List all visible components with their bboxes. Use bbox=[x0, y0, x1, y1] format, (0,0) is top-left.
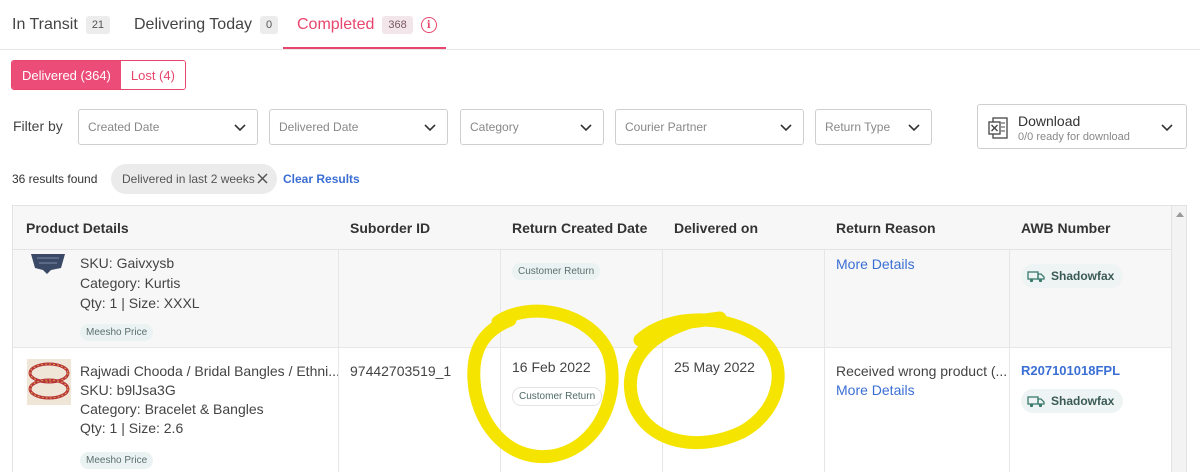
product-category: Category: Bracelet & Bangles bbox=[80, 401, 264, 417]
price-tag: Meesho Price bbox=[80, 452, 154, 469]
chevron-down-icon bbox=[424, 124, 436, 132]
clear-results-link[interactable]: Clear Results bbox=[283, 172, 360, 186]
return-type-tag: Customer Return bbox=[512, 263, 601, 280]
download-status: 0/0 ready for download bbox=[1018, 131, 1130, 143]
download-dropdown[interactable]: Download 0/0 ready for download bbox=[977, 104, 1187, 149]
chevron-down-icon bbox=[580, 124, 592, 132]
status-tabs: In Transit 21 Delivering Today 0 Complet… bbox=[0, 0, 1200, 50]
dropdown-placeholder: Created Date bbox=[88, 120, 160, 134]
chevron-down-icon bbox=[1161, 124, 1173, 132]
product-thumbnail bbox=[27, 250, 69, 276]
courier-badge: Shadowfax bbox=[1021, 389, 1124, 413]
scroll-up-icon[interactable] bbox=[1176, 212, 1184, 217]
dropdown-placeholder: Category bbox=[470, 120, 519, 134]
dropdown-placeholder: Courier Partner bbox=[625, 120, 708, 134]
product-qty-size: Qty: 1 | Size: XXXL bbox=[80, 295, 200, 311]
courier-name: Shadowfax bbox=[1051, 394, 1115, 408]
price-tag: Meesho Price bbox=[80, 324, 154, 341]
category-dropdown[interactable]: Category bbox=[460, 109, 604, 145]
subtab-lost[interactable]: Lost (4) bbox=[120, 61, 185, 89]
product-qty-size: Qty: 1 | Size: 2.6 bbox=[80, 420, 184, 436]
tab-count-badge: 21 bbox=[85, 16, 111, 34]
truck-icon bbox=[1027, 396, 1045, 408]
excel-icon bbox=[988, 117, 1008, 139]
column-header: Suborder ID bbox=[350, 220, 431, 236]
tab-count-badge: 368 bbox=[382, 16, 413, 34]
orders-table: Product Details Suborder ID Return Creat… bbox=[12, 205, 1187, 472]
return-created-date: 16 Feb 2022 bbox=[512, 359, 591, 375]
column-divider bbox=[662, 250, 663, 472]
courier-partner-dropdown[interactable]: Courier Partner bbox=[615, 109, 804, 145]
more-details-link[interactable]: More Details bbox=[836, 382, 915, 398]
tab-label: Completed bbox=[297, 16, 375, 33]
product-sku: SKU: b9lJsa3G bbox=[80, 382, 176, 398]
dropdown-placeholder: Delivered Date bbox=[279, 120, 359, 134]
results-count: 36 results found bbox=[12, 172, 98, 186]
subtab-delivered[interactable]: Delivered (364) bbox=[12, 61, 121, 89]
close-icon[interactable] bbox=[256, 172, 269, 185]
table-header: Product Details Suborder ID Return Creat… bbox=[13, 206, 1186, 250]
column-header: Return Reason bbox=[836, 220, 936, 236]
tab-delivering-today[interactable]: Delivering Today 0 bbox=[134, 0, 279, 50]
download-title: Download bbox=[1018, 113, 1081, 129]
product-sku: SKU: Gaivxysb bbox=[80, 255, 175, 271]
tab-in-transit[interactable]: In Transit 21 bbox=[12, 0, 111, 50]
column-header: Product Details bbox=[26, 220, 129, 236]
chevron-down-icon bbox=[908, 124, 920, 132]
delivered-lost-toggle: Delivered (364) Lost (4) bbox=[11, 60, 186, 90]
column-header: Return Created Date bbox=[512, 220, 648, 236]
courier-name: Shadowfax bbox=[1051, 269, 1115, 283]
awb-number-link[interactable]: R207101018FPL bbox=[1021, 363, 1120, 378]
return-type-tag: Customer Return bbox=[512, 387, 603, 406]
table-row[interactable]: SKU: Gaivxysb Category: Kurtis Qty: 1 | … bbox=[13, 250, 1171, 348]
column-header: Delivered on bbox=[674, 220, 759, 236]
dropdown-placeholder: Return Type bbox=[825, 120, 891, 134]
more-details-link[interactable]: More Details bbox=[836, 256, 915, 272]
delivered-date-dropdown[interactable]: Delivered Date bbox=[269, 109, 448, 145]
return-reason: Received wrong product (... bbox=[836, 363, 1008, 379]
active-tab-underline bbox=[283, 47, 446, 49]
column-header: AWB Number bbox=[1021, 220, 1111, 236]
tab-label: Delivering Today bbox=[134, 16, 252, 33]
tab-label: In Transit bbox=[12, 16, 78, 33]
column-divider bbox=[338, 250, 339, 472]
truck-icon bbox=[1027, 271, 1045, 283]
table-row[interactable]: Rajwadi Chooda / Bridal Bangles / Ethni.… bbox=[13, 349, 1171, 472]
filter-label: Filter by bbox=[13, 118, 63, 134]
chevron-down-icon bbox=[234, 124, 246, 132]
column-divider bbox=[1009, 250, 1010, 472]
active-filter-chip: Delivered in last 2 weeks bbox=[111, 164, 277, 194]
suborder-id: 97442703519_1 bbox=[350, 363, 452, 379]
return-type-dropdown[interactable]: Return Type bbox=[815, 109, 932, 145]
tab-completed[interactable]: Completed 368 i bbox=[297, 0, 437, 50]
created-date-dropdown[interactable]: Created Date bbox=[78, 109, 258, 145]
chevron-down-icon bbox=[780, 124, 792, 132]
product-thumbnail bbox=[27, 359, 71, 405]
tab-count-badge: 0 bbox=[260, 16, 279, 34]
column-divider bbox=[500, 250, 501, 472]
table-scrollbar[interactable] bbox=[1171, 206, 1186, 472]
courier-badge: Shadowfax bbox=[1021, 264, 1124, 288]
column-divider bbox=[824, 250, 825, 472]
delivered-on-date: 25 May 2022 bbox=[674, 359, 755, 375]
product-title[interactable]: Rajwadi Chooda / Bridal Bangles / Ethni.… bbox=[80, 363, 340, 379]
chip-label: Delivered in last 2 weeks bbox=[122, 172, 255, 186]
info-icon[interactable]: i bbox=[420, 17, 437, 33]
product-category: Category: Kurtis bbox=[80, 275, 181, 291]
